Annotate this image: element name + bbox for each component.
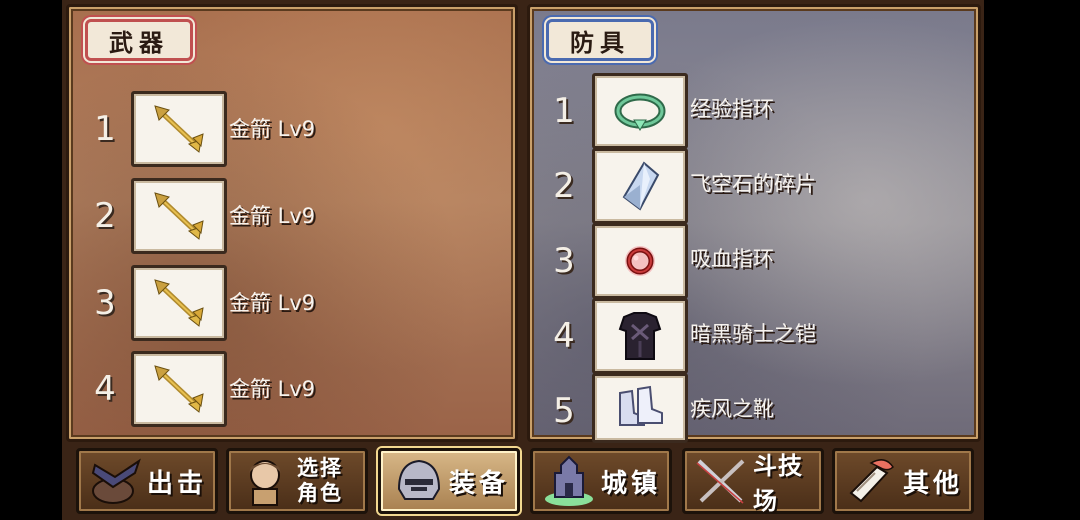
weapon-slot-2[interactable]: 2 金箭 Lv9	[69, 178, 509, 254]
wind-boots-icon[interactable]	[592, 373, 688, 443]
slot-number: 2	[94, 196, 116, 236]
dark-armor-icon[interactable]	[592, 298, 688, 374]
golden-arrow-icon[interactable]	[131, 265, 227, 341]
nav-label: 选择 角色	[297, 456, 343, 506]
armor-panel: 防具 1 经验指环 2 飞空石的碎片 3 吸血指环 4 暗黑骑士之铠 5 疾风之…	[527, 4, 981, 443]
slot-number: 5	[553, 391, 575, 431]
weapon-slot-1[interactable]: 1 金箭 Lv9	[69, 91, 509, 167]
slot-number: 4	[553, 316, 575, 356]
exp-ring-icon[interactable]	[592, 73, 688, 149]
nav-label-line2: 角色	[297, 481, 343, 505]
nav-label: 斗技场	[753, 452, 803, 515]
nav-label-line1: 选择	[297, 456, 343, 480]
weapon-slot-4[interactable]: 4 金箭 Lv9	[69, 351, 509, 427]
armor-title-tag: 防具	[546, 19, 654, 61]
nav-label: 出击	[147, 468, 208, 499]
nav-equip-button[interactable]: 装备	[378, 448, 520, 514]
armor-slot-2[interactable]: 2 飞空石的碎片	[530, 148, 970, 224]
weapon-panel: 武器 1 金箭 Lv9 2 金箭 Lv9 3 金箭 Lv9 4 金箭 Lv9	[66, 4, 518, 442]
slot-number: 2	[553, 166, 575, 206]
crossed-swords-icon	[696, 459, 745, 504]
weapon-name: 金箭 Lv9	[229, 377, 316, 401]
weapon-name: 金箭 Lv9	[229, 204, 316, 228]
golden-arrow-icon[interactable]	[131, 178, 227, 254]
nav-arena-button[interactable]: 斗技场	[682, 448, 824, 515]
vampire-ring-icon[interactable]	[592, 223, 688, 299]
slot-number: 1	[553, 91, 575, 131]
crystal-shard-icon[interactable]	[592, 148, 688, 224]
slot-number: 4	[94, 369, 116, 409]
nav-label: 其他	[903, 468, 964, 499]
nav-town-button[interactable]: 城镇	[530, 448, 672, 514]
armor-name: 经验指环	[690, 97, 774, 121]
helmet-icon	[397, 459, 441, 500]
armor-slot-1[interactable]: 1 经验指环	[530, 73, 970, 149]
sortie-icon	[91, 458, 141, 504]
armor-slot-5[interactable]: 5 疾风之靴	[530, 373, 970, 443]
nav-select-character-button[interactable]: 选择 角色	[226, 448, 368, 514]
slot-number: 3	[553, 241, 575, 281]
scroll-icon	[849, 459, 894, 503]
armor-name: 疾风之靴	[690, 397, 774, 421]
weapon-name: 金箭 Lv9	[229, 291, 316, 315]
armor-name: 飞空石的碎片	[690, 172, 816, 196]
armor-slot-4[interactable]: 4 暗黑骑士之铠	[530, 298, 970, 374]
slot-number: 3	[94, 283, 116, 323]
nav-other-button[interactable]: 其他	[832, 448, 974, 514]
golden-arrow-icon[interactable]	[131, 91, 227, 167]
weapon-slot-3[interactable]: 3 金箭 Lv9	[69, 265, 509, 341]
castle-icon	[545, 455, 593, 506]
armor-name: 吸血指环	[690, 247, 774, 271]
nav-label: 城镇	[601, 468, 662, 499]
nav-label: 装备	[449, 468, 510, 499]
golden-arrow-icon[interactable]	[131, 351, 227, 427]
nav-sortie-button[interactable]: 出击	[76, 448, 218, 514]
weapon-title-tag: 武器	[85, 19, 193, 61]
weapon-name: 金箭 Lv9	[229, 117, 316, 141]
armor-name: 暗黑骑士之铠	[690, 322, 816, 346]
character-icon	[249, 460, 281, 506]
slot-number: 1	[94, 109, 116, 149]
armor-slot-3[interactable]: 3 吸血指环	[530, 223, 970, 299]
